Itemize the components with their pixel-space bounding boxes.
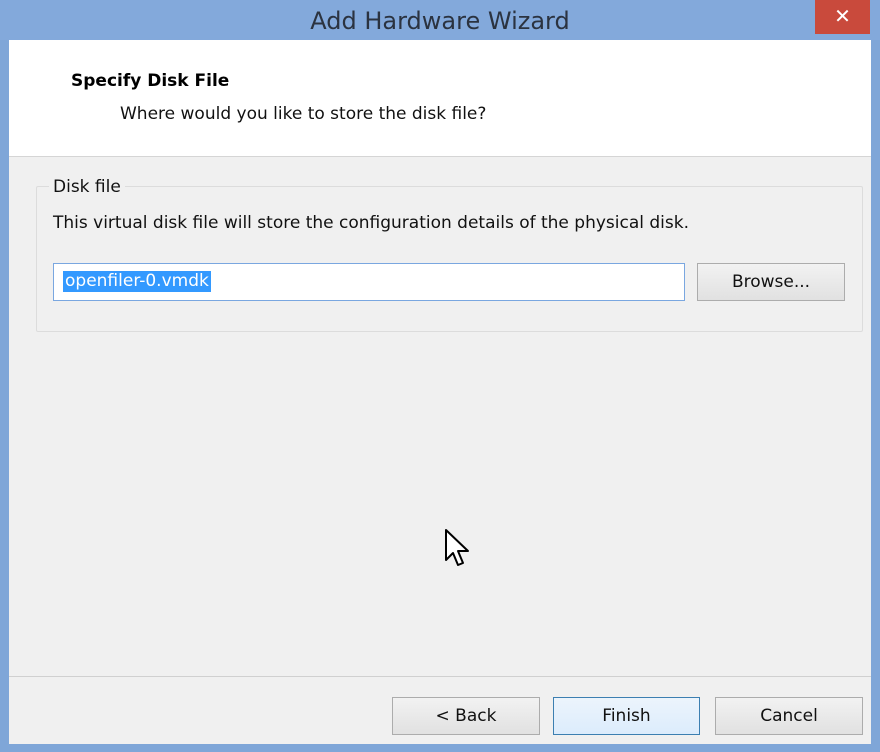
disk-file-path-input[interactable]: openfiler-0.vmdk: [53, 263, 685, 301]
cancel-button[interactable]: Cancel: [715, 697, 863, 735]
browse-button[interactable]: Browse...: [697, 263, 845, 301]
disk-file-description: This virtual disk file will store the co…: [53, 213, 690, 233]
title-bar[interactable]: Add Hardware Wizard ✕: [0, 0, 880, 40]
back-button[interactable]: < Back: [392, 697, 540, 735]
close-icon: ✕: [834, 4, 851, 28]
window-title: Add Hardware Wizard: [310, 7, 570, 35]
step-subtitle: Where would you like to store the disk f…: [120, 104, 487, 124]
step-title: Specify Disk File: [71, 71, 230, 91]
wizard-body: Specify Disk File Where would you like t…: [9, 40, 871, 744]
mouse-pointer-icon: [443, 528, 473, 570]
finish-button[interactable]: Finish: [553, 697, 700, 735]
disk-file-group: [36, 186, 863, 332]
disk-file-group-label: Disk file: [49, 177, 125, 197]
close-button[interactable]: ✕: [815, 0, 870, 34]
wizard-window: Add Hardware Wizard ✕ Specify Disk File …: [0, 0, 880, 752]
footer-separator: [9, 676, 871, 677]
wizard-header: Specify Disk File Where would you like t…: [9, 40, 871, 157]
disk-file-path-value: openfiler-0.vmdk: [63, 271, 211, 292]
